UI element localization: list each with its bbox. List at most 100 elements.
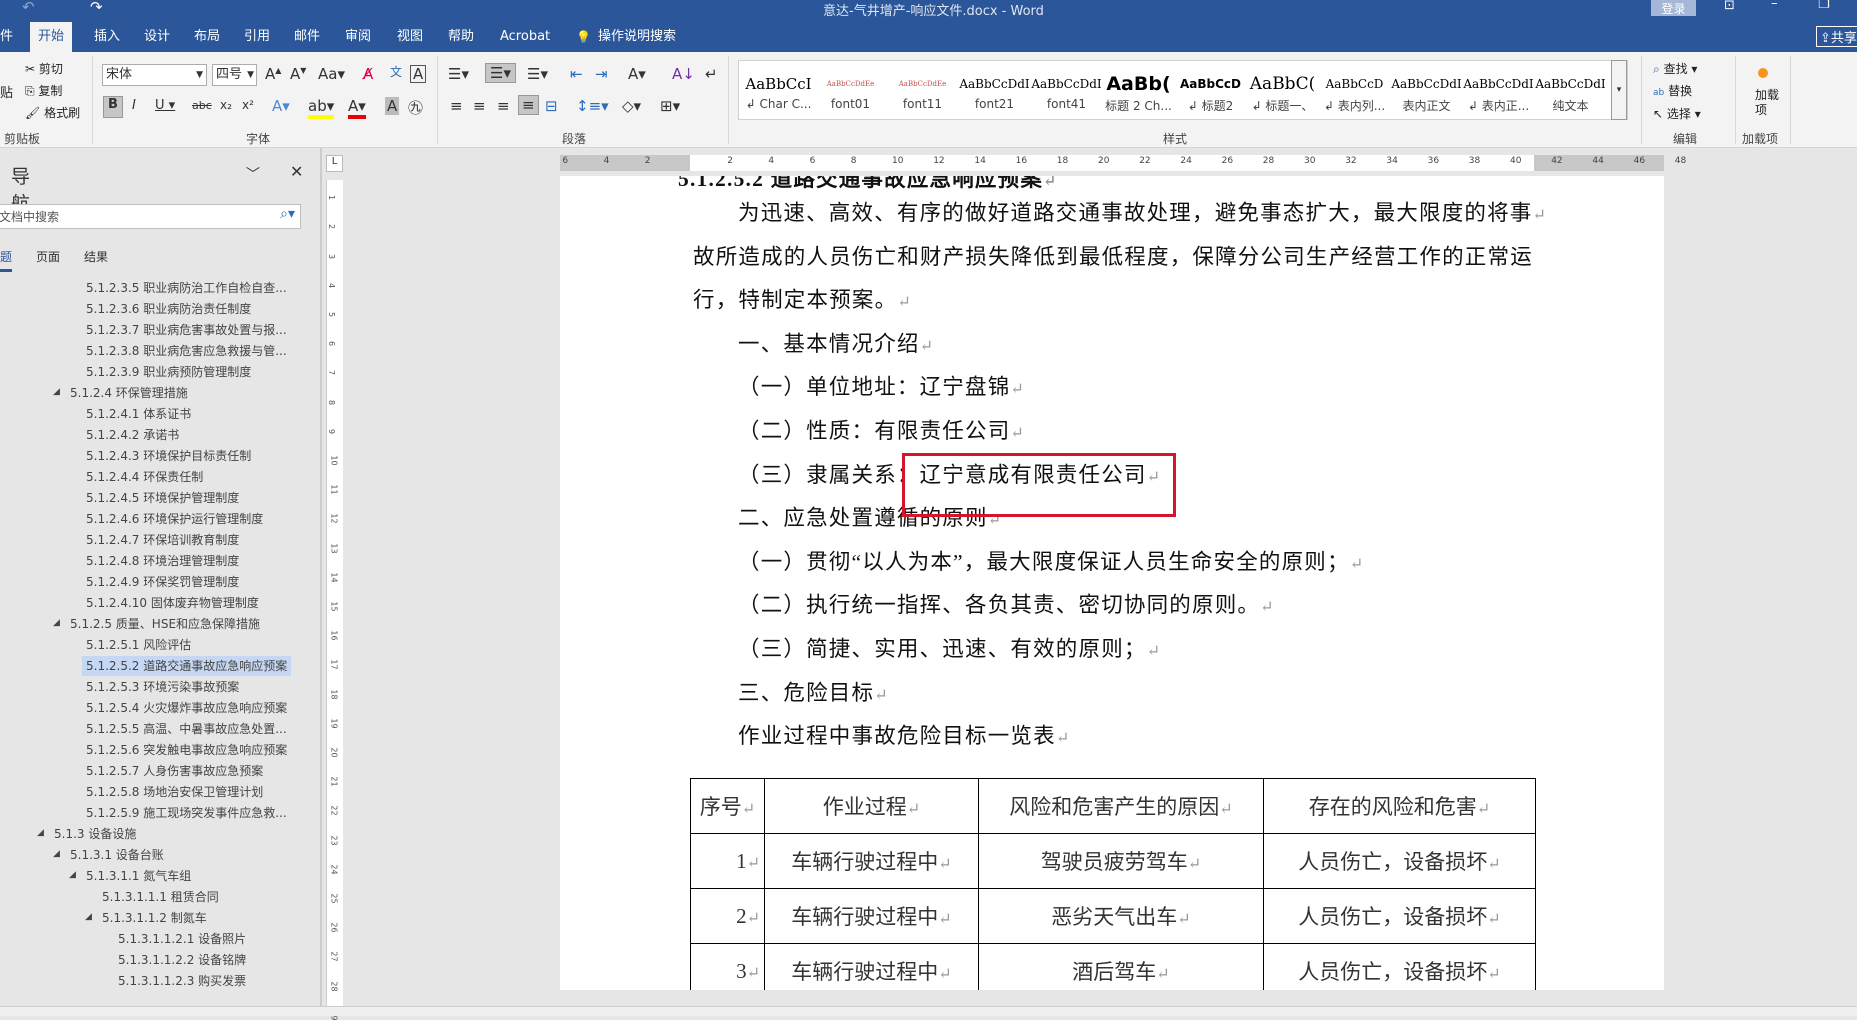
collapse-triangle-icon[interactable]: ◢ [53,618,60,628]
nav-tab-results[interactable]: 结果 [84,248,108,265]
style-item[interactable]: AaBbCcDdEe font01 [815,71,886,121]
nav-heading-item[interactable]: 5.1.2.4.7 环保培训教育制度 [82,530,243,550]
styles-more-button[interactable]: ▾ [1611,60,1627,120]
numbering-icon[interactable]: ☰▾ [485,63,516,83]
justify-icon[interactable]: ≡ [518,95,539,115]
font-size-select[interactable]: 四号 ▼ [212,64,257,86]
collapse-triangle-icon[interactable]: ◢ [85,912,92,922]
style-item[interactable]: AaBbCcD ↲ 表内列... [1319,71,1390,121]
nav-heading-item[interactable]: 5.1.2.4 环保管理措施 [66,383,192,403]
minimize-icon[interactable]: – [1771,0,1778,11]
tab-6[interactable]: 邮件 [286,22,328,52]
nav-heading-item[interactable]: 5.1.2.3.6 职业病防治责任制度 [82,299,255,319]
tab-9[interactable]: 帮助 [440,22,482,52]
collapse-triangle-icon[interactable]: ◢ [69,870,76,880]
align-left-icon[interactable]: ≡ [450,97,463,115]
nav-heading-item[interactable]: 5.1.2.4.9 环保奖罚管理制度 [82,572,243,592]
replace-button[interactable]: ab 替换 [1653,82,1692,99]
nav-heading-item[interactable]: 5.1.2.4.3 环境保护目标责任制 [82,446,255,466]
nav-heading-item[interactable]: 5.1.2.4.8 环境治理管理制度 [82,551,243,571]
nav-heading-item[interactable]: 5.1.2.3.5 职业病防治工作自检自查... [82,278,291,298]
decrease-indent-icon[interactable]: ⇤ [570,65,583,83]
bullets-icon[interactable]: ☰▾ [448,65,469,83]
nav-heading-item[interactable]: 5.1.2.5.8 场地治安保卫管理计划 [82,782,267,802]
change-case-icon[interactable]: Aa▾ [318,65,345,83]
nav-heading-item[interactable]: 5.1.2.5.1 风险评估 [82,635,195,655]
collapse-triangle-icon[interactable]: ◢ [37,828,44,838]
nav-heading-item[interactable]: 5.1.2.4.2 承诺书 [82,425,183,445]
nav-heading-item[interactable]: 5.1.2.5.6 突发触电事故应急响应预案 [82,740,291,760]
nav-heading-item[interactable]: 5.1.2.4.10 固体废弃物管理制度 [82,593,263,613]
tab-3[interactable]: 设计 [136,22,178,52]
nav-heading-item[interactable]: 5.1.2.5.2 道路交通事故应急响应预案 [82,656,292,676]
nav-heading-item[interactable]: 5.1.2.5.7 人身伤害事故应急预案 [82,761,267,781]
tab-4[interactable]: 布局 [186,22,228,52]
ribbon-display-icon[interactable]: ⊡ [1724,0,1735,13]
clear-format-icon[interactable]: A̸ [363,65,373,83]
style-item[interactable]: AaBbCcDdI 表内正文 [1391,71,1462,121]
collapse-triangle-icon[interactable]: ◢ [53,387,60,397]
nav-heading-item[interactable]: 5.1.2.5.9 施工现场突发事件应急救... [82,803,291,823]
superscript-icon[interactable]: x² [242,98,254,112]
line-spacing-icon[interactable]: ↕≡▾ [576,97,609,115]
nav-heading-item[interactable]: 5.1.2.4.4 环保责任制 [82,467,207,487]
borders-icon[interactable]: ⊞▾ [660,97,680,115]
style-item[interactable]: AaBbCcDdEe font11 [887,71,958,121]
highlight-icon[interactable]: ab▾ [308,97,335,119]
nav-heading-item[interactable]: 5.1.3.1.1 氮气车组 [82,866,195,886]
nav-heading-item[interactable]: 5.1.3 设备设施 [50,824,140,844]
char-shading-icon[interactable]: A [385,97,400,115]
format-painter-button[interactable]: 🖌 格式刷 [25,104,80,121]
phonetic-guide-icon[interactable]: 文 [390,63,402,80]
style-item[interactable]: AaBbCcDdI 纯文本 [1535,71,1606,121]
undo-icon[interactable]: ↶ [22,0,35,16]
tab-0[interactable]: 件 [0,22,21,52]
align-right-icon[interactable]: ≡ [497,97,510,115]
tab-10[interactable]: Acrobat [492,22,558,52]
tab-1[interactable]: 开始 [30,22,73,52]
align-center-icon[interactable]: ≡ [473,97,486,115]
nav-heading-item[interactable]: 5.1.2.5.4 火灾爆炸事故应急响应预案 [82,698,291,718]
share-button[interactable]: ⇪共享 [1816,26,1857,47]
nav-heading-item[interactable]: 5.1.2.5.5 高温、中暑事故应急处置... [82,719,291,739]
multilevel-list-icon[interactable]: ☰▾ [527,65,548,83]
nav-heading-item[interactable]: 5.1.3.1 设备台账 [66,845,168,865]
font-color-icon[interactable]: A▾ [348,97,366,119]
addins-button[interactable]: 加载项 [1755,88,1779,118]
enclose-char-icon[interactable]: ㊈ [408,97,423,118]
nav-heading-item[interactable]: 5.1.2.4.1 体系证书 [82,404,195,424]
tab-5[interactable]: 引用 [236,22,278,52]
nav-heading-item[interactable]: 5.1.2.3.9 职业病预防管理制度 [82,362,255,382]
nav-search-input[interactable]: 在文档中搜索 ⌕▾ [0,204,301,229]
login-button[interactable]: 登录 [1651,0,1696,16]
select-button[interactable]: ↖ 选择 ▾ [1653,105,1701,122]
increase-indent-icon[interactable]: ⇥ [595,65,608,83]
nav-heading-item[interactable]: 5.1.3.1.1.1 租赁合同 [98,887,223,907]
nav-heading-item[interactable]: 5.1.3.1.1.2.3 购买发票 [114,971,250,991]
restore-icon[interactable]: ❐ [1818,0,1830,12]
nav-heading-item[interactable]: 5.1.2.3.7 职业病危害事故处置与报... [82,320,291,340]
nav-heading-item[interactable]: 5.1.3.1.1.2.2 设备铭牌 [114,950,250,970]
nav-heading-item[interactable]: 5.1.2.4.6 环境保护运行管理制度 [82,509,267,529]
nav-heading-item[interactable]: 5.1.3.1.1.2 制氮车 [98,908,211,928]
nav-heading-item[interactable]: 5.1.3.1.1.2.1 设备照片 [114,929,250,949]
style-item[interactable]: AaBbC(↲ 标题一、 [1247,71,1318,121]
char-border-icon[interactable]: A [410,65,427,83]
tab-2[interactable]: 插入 [86,22,128,52]
document-page[interactable]: 5.1.2.5.2 道路交通事故应急响应预案↵ 为迅速、高效、有序的做好道路交通… [560,176,1664,990]
shading-icon[interactable]: ◇▾ [622,97,641,115]
tab-7[interactable]: 审阅 [337,22,379,52]
copy-button[interactable]: ⎘ 复制 [25,82,62,99]
cut-button[interactable]: ✂ 剪切 [25,60,63,77]
find-button[interactable]: ⌕ 查找 ▾ [1653,60,1697,77]
close-icon[interactable]: ✕ [290,162,303,181]
strikethrough-icon[interactable]: abc [192,99,212,112]
tab-8[interactable]: 视图 [389,22,431,52]
redo-icon[interactable]: ↷ [90,0,103,16]
nav-heading-item[interactable]: 5.1.2.5.3 环境污染事故预案 [82,677,243,697]
nav-heading-item[interactable]: 5.1.2.5 质量、HSE和应急保障措施 [66,614,264,634]
paste-button[interactable]: 贴 [0,82,13,101]
bold-icon[interactable]: B [103,96,123,118]
sort-icon[interactable]: A↓ [672,65,695,83]
style-item[interactable]: AaBbCcDdI font21 [959,71,1030,121]
